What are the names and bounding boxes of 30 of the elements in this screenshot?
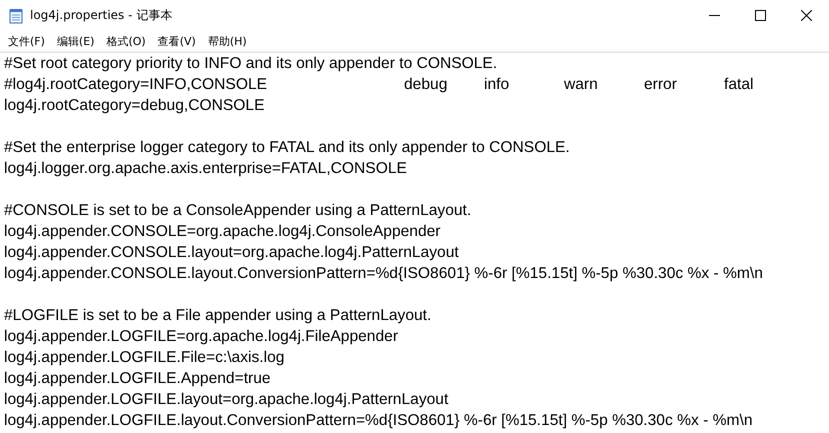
menu-item[interactable]: 查看(V)	[152, 34, 202, 48]
code-line: debug	[404, 75, 448, 95]
notepad-icon	[8, 8, 24, 24]
code-line: log4j.appender.LOGFILE.layout=org.apache.log4j.PatternLayout	[4, 390, 448, 410]
menu-item[interactable]: 格式(O)	[100, 34, 152, 48]
code-line: #Set the enterprise logger category to FATAL and its only appender to CONSOLE.	[4, 138, 570, 158]
code-line: log4j.appender.LOGFILE.Append=true	[4, 369, 271, 389]
menu-item[interactable]: 文件(F)	[2, 34, 51, 48]
code-line: log4j.rootCategory=debug,CONSOLE	[4, 96, 264, 116]
code-line: log4j.appender.LOGFILE=org.apache.log4j.FileAppender	[4, 327, 398, 347]
code-line: log4j.appender.CONSOLE=org.apache.log4j.ConsoleAppender	[4, 222, 440, 242]
code-line: info	[484, 75, 510, 95]
code-line: log4j.appender.CONSOLE.layout=org.apache.log4j.PatternLayout	[4, 243, 459, 263]
code-line: #log4j.rootCategory=INFO,CONSOLE	[4, 75, 268, 95]
menu-item[interactable]: 帮助(H)	[202, 34, 253, 48]
code-line: #CONSOLE is set to be a ConsoleAppender using a PatternLayout.	[4, 201, 472, 221]
maximize-icon	[754, 10, 766, 21]
code-line: log4j.appender.CONSOLE.layout.ConversionPattern=%d{ISO8601} %-6r [%15.15t] %-5p %30.30c %x - %m\n	[4, 264, 763, 284]
code-line: fatal	[724, 75, 754, 95]
code-line: error	[644, 75, 678, 95]
window-title: log4j.properties - 记事本	[30, 7, 172, 24]
code-line: #Set root category priority to INFO and its only appender to CONSOLE.	[4, 54, 498, 74]
menu-item[interactable]: 编辑(E)	[50, 34, 100, 48]
close-icon	[800, 10, 812, 21]
code-line: warn	[564, 75, 599, 95]
code-line: log4j.logger.org.apache.axis.enterprise=FATAL,CONSOLE	[4, 159, 407, 179]
code-line: #LOGFILE is set to be a File appender using a PatternLayout.	[4, 306, 432, 326]
code-line: log4j.appender.LOGFILE.File=c:\axis.log	[4, 348, 284, 368]
code-line: log4j.appender.LOGFILE.layout.ConversionPattern=%d{ISO8601} %-6r [%15.15t] %-5p %30.30c %x - %m\n	[4, 411, 752, 431]
minimize-icon	[708, 15, 720, 16]
